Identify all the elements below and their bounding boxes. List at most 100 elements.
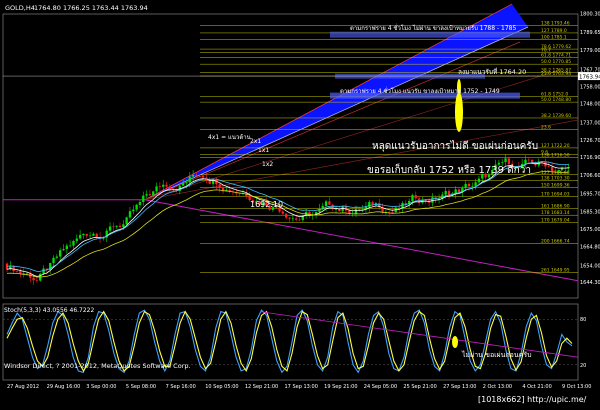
candle-body <box>294 218 298 220</box>
candle-body <box>59 250 62 257</box>
chart-window: 138 1793.46 127 1789.0 100 1785.1 78.6 1779… <box>0 0 600 410</box>
candle-body <box>464 183 467 189</box>
candle-body <box>291 218 294 220</box>
candle-body <box>198 175 201 177</box>
annotation-main: หลุดแนวรับอาการไม่ดี ขอเผ่นก่อนครับ <box>372 140 538 152</box>
candle-body <box>132 209 135 212</box>
copyright-text: Windsor Direct, ? 2001-2012, MetaQuotes … <box>4 362 191 370</box>
x-tick-label: 24 Sep 05:00 <box>364 384 397 390</box>
y-tick-label: 1685.30 <box>580 209 600 215</box>
gann-label-2x1: 2x1 <box>250 138 261 145</box>
candle-body <box>474 182 477 186</box>
fib-level-label: 138 1703.30 <box>541 175 570 181</box>
y-tick-label: 1737.00 <box>580 120 600 126</box>
candle-body <box>142 195 145 203</box>
moving-average-line <box>6 171 569 278</box>
y-tick-label: 1726.70 <box>580 138 600 144</box>
y-tick-label: 1748.00 <box>580 102 600 108</box>
x-tick-label: 7 Sep 16:00 <box>166 384 196 390</box>
gann-label-1x2: 1x2 <box>262 161 273 168</box>
candle-body <box>411 195 414 201</box>
y-tick-label: 1758.00 <box>580 84 600 90</box>
candle-body <box>477 178 481 183</box>
candle-body <box>75 238 78 241</box>
candle-body <box>191 174 195 177</box>
candle-body <box>168 186 172 189</box>
main-pane-frame <box>2 13 579 299</box>
x-tick-label: 9 Oct 13:00 <box>562 384 591 390</box>
fib-level-label: 261 1649.95 <box>541 267 570 273</box>
annotation-support: ลงมาแนวรับที่ 1764.20 <box>458 67 526 76</box>
fib-level-label: 127 1789.0 <box>541 28 567 34</box>
candle-body <box>444 190 447 195</box>
candle-body <box>288 217 291 219</box>
candle-body <box>185 182 188 184</box>
moving-average-line <box>6 162 569 277</box>
fib-level-label: 138 1716.50 <box>541 153 570 159</box>
candle-body <box>32 277 35 281</box>
candle-body <box>72 240 75 246</box>
candle-body <box>155 186 158 192</box>
candle-body <box>504 158 507 163</box>
x-tick-label: 12 Sep 21:00 <box>245 384 278 390</box>
chart-header: GOLD,H4 <box>5 4 35 12</box>
candle-body <box>55 256 59 258</box>
fib-level-label: 150 1699.36 <box>541 183 570 189</box>
candle-body <box>65 245 68 250</box>
x-tick-label: 5 Sep 08:00 <box>126 384 156 390</box>
candle-body <box>188 176 191 183</box>
candle-body <box>181 183 185 186</box>
candle-body <box>507 158 511 164</box>
candle-body <box>95 233 98 238</box>
annotation-top: ตามกราฟราย 4 ชั่วโมง ไม่ผ่าน ขาลงเป้าหมา… <box>350 24 516 32</box>
candle-body <box>398 207 401 209</box>
candle-body <box>165 184 168 187</box>
candle-body <box>391 212 394 213</box>
candle-body <box>125 217 128 225</box>
stoch-label: Stoch(5,3,3) 43.0556 46.7222 <box>4 307 95 314</box>
x-tick-label: 17 Sep 13:00 <box>285 384 318 390</box>
gann-fan-line <box>144 41 521 201</box>
stoch-marker <box>452 336 458 348</box>
candle-body <box>501 162 504 163</box>
y-tick-label: 1644.30 <box>580 280 600 286</box>
y-tick-label: 1654.00 <box>580 263 600 269</box>
candle-body <box>195 174 198 176</box>
y-tick-label: 1767.70 <box>580 68 600 74</box>
candle-body <box>158 186 162 188</box>
fib-level-label: 200 1666.74 <box>541 238 570 244</box>
candle-body <box>19 271 22 274</box>
x-tick-label: 3 Sep 00:00 <box>86 384 116 390</box>
y-tick-label: 1706.60 <box>580 173 600 179</box>
x-tick-label: 19 Sep 21:00 <box>324 384 357 390</box>
candle-body <box>128 211 132 218</box>
annotation-lower: ตามกราฟราย 4 ชั่วโมง แนวรับ ขาลงเป้าหมาย… <box>340 87 500 95</box>
candle-body <box>115 225 118 227</box>
candle-body <box>152 191 155 196</box>
candle-body <box>328 201 331 205</box>
candle-body <box>68 245 72 247</box>
candle-body <box>112 226 115 228</box>
candle-body <box>42 268 45 274</box>
candle-body <box>524 159 527 164</box>
candle-body <box>554 170 557 172</box>
chart-header-ohlc: 1764.80 1766.25 1763.44 1763.94 <box>34 4 148 12</box>
y-tick-label: 1695.70 <box>580 192 600 198</box>
fib-level-label: 161 1686.90 <box>541 204 570 210</box>
gann-label-4x1: 4x1 = แนวต้าน <box>208 134 251 141</box>
price-chart: 138 1793.46127 1789.0100 1785.178.6 1779… <box>2 3 600 404</box>
candle-body <box>281 211 285 214</box>
candle-body <box>172 188 175 190</box>
x-tick-label: 4 Oct 21:00 <box>522 384 551 390</box>
candle-body <box>467 183 471 187</box>
fib-level-label: 23.6 <box>541 124 551 130</box>
candle-body <box>298 219 301 221</box>
annotation-target: ขอรอเก็บกลับ 1752 หรือ 1739 ดีกว่า <box>367 162 531 176</box>
x-tick-label: 25 Sep 21:00 <box>403 384 436 390</box>
gann-label-1x1: 1x1 <box>258 147 269 154</box>
trend-line <box>144 199 579 282</box>
candle-body <box>218 184 221 188</box>
fib-level-label: 50.0 1770.85 <box>541 59 571 65</box>
candle-body <box>92 233 95 236</box>
candle-body <box>414 195 417 199</box>
